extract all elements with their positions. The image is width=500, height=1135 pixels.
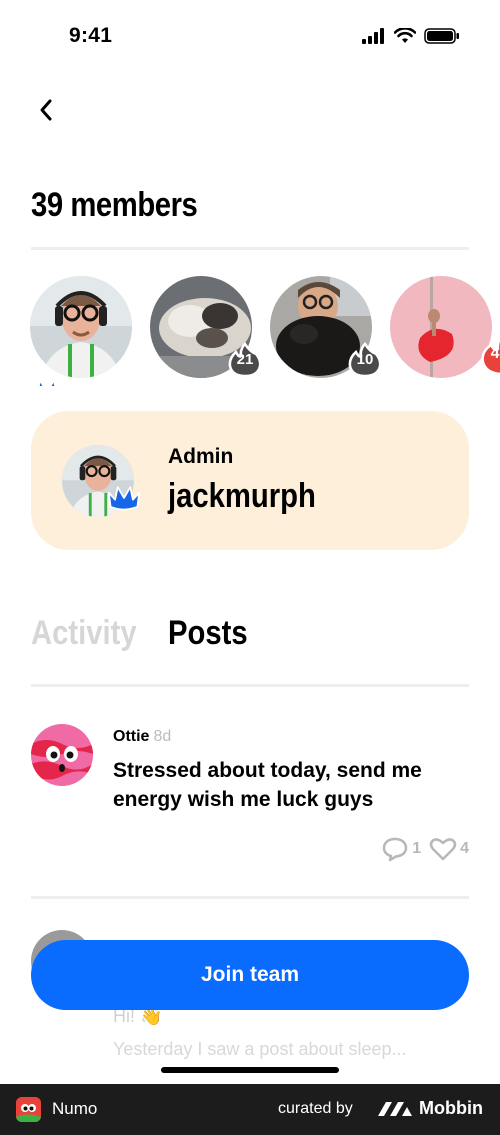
status-icons <box>362 28 460 44</box>
divider <box>31 247 469 250</box>
avatar <box>31 724 93 786</box>
status-time: 9:41 <box>69 24 113 47</box>
post-author[interactable]: Ottie 8d <box>113 728 171 746</box>
post-stats: 1 4 <box>381 836 469 862</box>
post-time: 8d <box>153 728 172 745</box>
like-count: 4 <box>460 840 469 857</box>
member-avatar[interactable]: 21 <box>150 276 262 380</box>
join-team-button[interactable]: Join team <box>31 940 469 1010</box>
footer: Numo curated by Mobbin <box>0 1084 500 1135</box>
streak-badge: 455 <box>480 332 500 376</box>
member-avatar-jackmurph[interactable] <box>30 276 134 386</box>
admin-card[interactable]: Admin jackmurph <box>31 411 469 550</box>
avatar <box>30 276 132 378</box>
members-title: 39 members <box>31 186 198 224</box>
footer-curated-by: curated by <box>278 1100 353 1117</box>
home-indicator <box>161 1067 339 1073</box>
post-author-name: Ottie <box>113 728 150 745</box>
heart-icon <box>429 838 457 861</box>
wifi-icon <box>394 28 416 43</box>
footer-brand: Mobbin <box>419 1098 483 1118</box>
streak-count: 10 <box>356 350 374 368</box>
post-text: Stressed about today, send me energy wis… <box>113 759 422 811</box>
streak-count: 21 <box>236 350 254 368</box>
signal-icon <box>362 28 384 44</box>
streak-badge: 21 <box>228 342 262 378</box>
comment-button[interactable]: 1 <box>381 836 421 862</box>
preview-text: Yesterday I saw a post about sleep... <box>113 1039 407 1059</box>
member-avatar[interactable]: 10 <box>270 276 382 380</box>
member-avatar[interactable]: 455 <box>390 276 500 380</box>
admin-name: jackmurph <box>168 477 316 515</box>
tabs: Activity Posts <box>31 614 260 653</box>
mobbin-logo-icon <box>378 1102 412 1116</box>
chevron-left-icon <box>40 99 52 121</box>
divider <box>31 684 469 687</box>
tab-posts[interactable]: Posts <box>168 614 248 653</box>
comment-count: 1 <box>412 840 422 857</box>
app-logo-icon <box>16 1097 41 1122</box>
admin-label: Admin <box>168 445 234 468</box>
crown-icon <box>107 483 141 516</box>
streak-badge: 10 <box>348 342 382 378</box>
footer-app-name: Numo <box>52 1099 98 1118</box>
like-button[interactable]: 4 <box>429 837 469 861</box>
streak-count: 455 <box>490 345 500 362</box>
comment-icon <box>382 837 408 862</box>
tab-activity[interactable]: Activity <box>31 614 137 653</box>
divider <box>31 896 469 899</box>
back-button[interactable] <box>26 90 66 130</box>
status-bar: 9:41 <box>0 0 500 76</box>
avatar <box>390 276 492 378</box>
members-row[interactable]: 21 10 4 <box>30 276 500 386</box>
battery-icon <box>424 28 459 44</box>
